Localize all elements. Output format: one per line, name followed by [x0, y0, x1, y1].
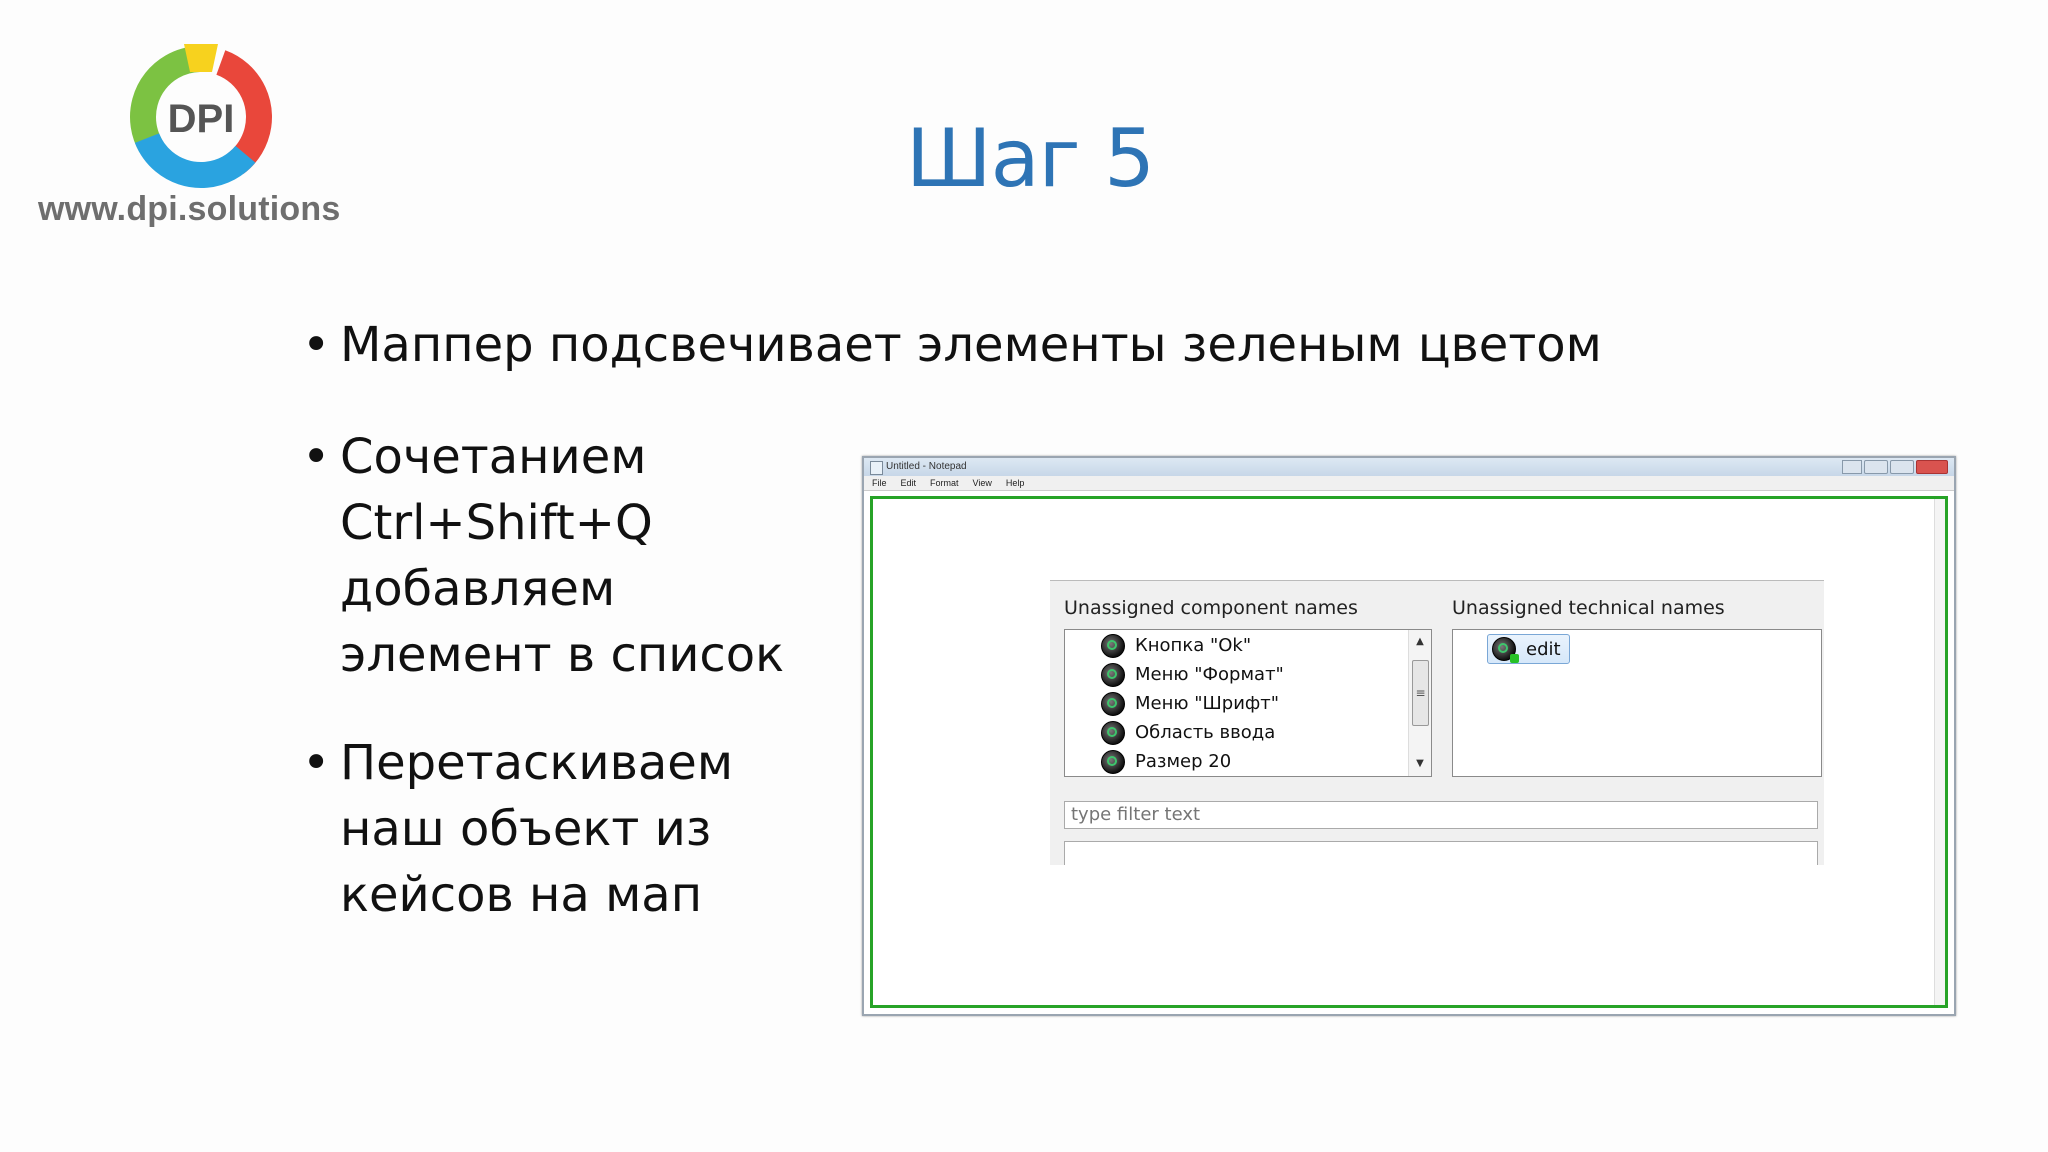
notepad-titlebar: Untitled - Notepad: [864, 458, 1954, 476]
component-icon: [1101, 750, 1125, 774]
component-icon: [1101, 692, 1125, 716]
list-item[interactable]: Меню "Шрифт": [1101, 690, 1279, 718]
filter-input[interactable]: [1064, 801, 1818, 829]
notepad-app-icon: [870, 461, 883, 475]
minimize-button[interactable]: [1864, 460, 1888, 474]
logo-url: www.dpi.solutions: [38, 190, 341, 228]
bullet-3: • Перетаскиваем наш объект из кейсов на …: [302, 730, 860, 928]
list-item-label: Кнопка "Ok": [1135, 635, 1252, 656]
menu-edit[interactable]: Edit: [901, 476, 917, 490]
bullet-dot: •: [302, 317, 331, 373]
menu-file[interactable]: File: [872, 476, 887, 490]
mapper-panel: Unassigned component names Unassigned te…: [1050, 580, 1824, 865]
scroll-down-icon[interactable]: ▼: [1409, 754, 1431, 774]
list-item[interactable]: Область ввода: [1101, 719, 1275, 747]
component-icon: [1101, 663, 1125, 687]
svg-text:DPI: DPI: [168, 97, 235, 141]
menu-format[interactable]: Format: [930, 476, 959, 490]
list-item[interactable]: Меню "Формат": [1101, 661, 1284, 689]
bullet-text: Перетаскиваем наш объект из кейсов на ма…: [340, 735, 734, 923]
technical-names-list[interactable]: edit: [1452, 629, 1822, 777]
menu-view[interactable]: View: [973, 476, 992, 490]
dpi-logo-icon: DPI: [130, 44, 272, 188]
list-item-label: Меню "Шрифт": [1135, 693, 1280, 714]
maximize-button[interactable]: [1890, 460, 1914, 474]
bullet-dot: •: [302, 429, 331, 485]
list-scrollbar[interactable]: ▲ ≡ ▼: [1408, 630, 1431, 776]
list-item[interactable]: Размер 20: [1101, 748, 1231, 776]
technical-item-icon: [1492, 637, 1519, 663]
list-item[interactable]: Кнопка "Ok": [1101, 632, 1251, 660]
close-button[interactable]: [1916, 460, 1948, 474]
slide-title: Шаг 5: [906, 112, 1155, 205]
component-icon: [1101, 634, 1125, 658]
list-item-selected[interactable]: edit: [1487, 634, 1570, 664]
edit-scrollbar[interactable]: [1934, 499, 1945, 1005]
bullet-dot: •: [302, 735, 331, 791]
bullet-text: Маппер подсвечивает элементы зеленым цве…: [340, 317, 1602, 373]
list-item-label: Размер 20: [1135, 751, 1232, 772]
bullet-text: Сочетанием Ctrl+Shift+Q добавляем элемен…: [340, 429, 785, 683]
window-controls: [1864, 460, 1948, 474]
technical-names-label: Unassigned technical names: [1452, 597, 1725, 619]
bullet-2: • Сочетанием Ctrl+Shift+Q добавляем элем…: [302, 424, 860, 688]
notepad-window-title: Untitled - Notepad: [886, 461, 967, 472]
list-item-label: edit: [1526, 638, 1561, 660]
lower-list[interactable]: [1064, 841, 1818, 865]
notepad-menubar: File Edit Format View Help: [864, 476, 1954, 491]
bullet-1: • Маппер подсвечивает элементы зеленым ц…: [302, 312, 1740, 378]
scroll-up-icon[interactable]: ▲: [1409, 632, 1431, 652]
dpi-logo: DPI www.dpi.solutions: [38, 38, 358, 238]
component-names-list[interactable]: Кнопка "Ok" Меню "Формат" Меню "Шрифт" О…: [1064, 629, 1432, 777]
component-icon: [1101, 721, 1125, 745]
window-extra-button[interactable]: [1842, 460, 1862, 474]
component-names-label: Unassigned component names: [1064, 597, 1358, 619]
list-item-label: Область ввода: [1135, 722, 1276, 743]
scroll-thumb[interactable]: ≡: [1412, 660, 1429, 726]
list-item-label: Меню "Формат": [1135, 664, 1284, 685]
menu-help[interactable]: Help: [1006, 476, 1025, 490]
